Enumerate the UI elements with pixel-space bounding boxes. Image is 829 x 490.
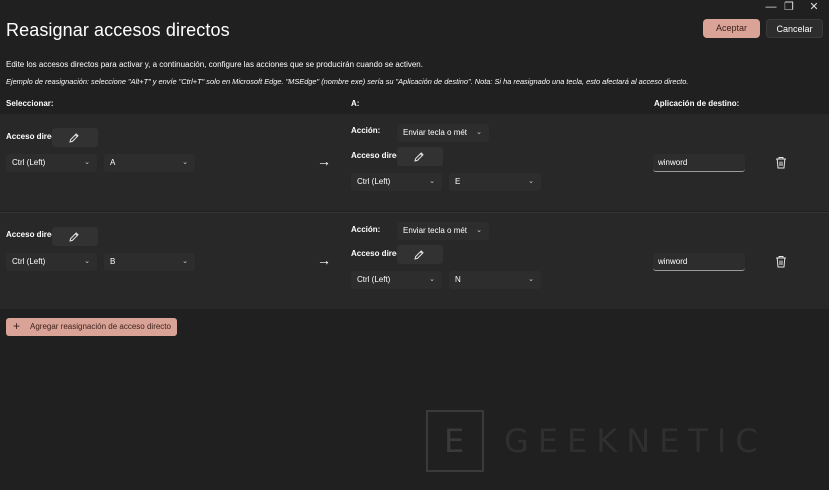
watermark-letter: E — [444, 422, 465, 460]
edit-shortcut-button[interactable] — [52, 128, 98, 147]
target-modifier-value: Ctrl (Left) — [357, 275, 391, 284]
action-value: Enviar tecla o mét — [403, 226, 468, 235]
trash-icon — [776, 256, 786, 268]
edit-shortcut-button[interactable] — [52, 227, 98, 246]
watermark-logo: E GEEKNETIC — [426, 410, 826, 474]
target-key-value: E — [455, 177, 461, 186]
chevron-down-icon: ⌄ — [476, 227, 482, 234]
chevron-down-icon: ⌄ — [528, 276, 534, 283]
chevron-down-icon: ⌄ — [182, 159, 188, 166]
remap-row: Acceso direc Ctrl (Left) ⌄ B ⌄ → Acción:… — [0, 213, 829, 309]
chevron-down-icon: ⌄ — [84, 258, 90, 265]
action-dropdown[interactable]: Enviar tecla o mét ⌄ — [397, 222, 489, 240]
action-label: Acción: — [351, 126, 381, 135]
modifier-dropdown[interactable]: Ctrl (Left) ⌄ — [6, 253, 97, 271]
key-value: A — [110, 158, 116, 167]
add-shortcut-remap-label: Agregar reasignación de acceso directo — [30, 322, 171, 331]
cancel-button[interactable]: Cancelar — [766, 19, 823, 38]
pencil-icon — [414, 152, 424, 162]
delete-row-button[interactable] — [775, 156, 787, 174]
shortcut-label: Acceso direc — [6, 230, 56, 239]
chevron-down-icon: ⌄ — [84, 159, 90, 166]
column-header-target-app: Aplicación de destino: — [654, 99, 740, 108]
restore-button[interactable]: ❐ — [776, 0, 802, 14]
target-key-dropdown[interactable]: E ⌄ — [449, 173, 541, 191]
target-app-input[interactable]: winword — [653, 154, 745, 172]
column-header-to: A: — [351, 99, 360, 108]
add-shortcut-remap-button[interactable]: + Agregar reasignación de acceso directo — [6, 318, 177, 336]
watermark-text: GEEKNETIC — [504, 422, 767, 460]
action-label: Acción: — [351, 225, 381, 234]
shortcut-label: Acceso direc — [6, 132, 56, 141]
modifier-value: Ctrl (Left) — [12, 158, 46, 167]
modifier-dropdown[interactable]: Ctrl (Left) ⌄ — [6, 154, 97, 172]
page-title: Reasignar accesos directos — [6, 20, 230, 40]
plus-icon: + — [13, 319, 21, 333]
action-dropdown[interactable]: Enviar tecla o mét ⌄ — [397, 124, 489, 142]
trash-icon — [776, 157, 786, 169]
edit-target-shortcut-button[interactable] — [397, 245, 443, 264]
column-header-select: Seleccionar: — [6, 99, 54, 108]
pencil-icon — [414, 250, 424, 260]
chevron-down-icon: ⌄ — [528, 178, 534, 185]
key-dropdown[interactable]: A ⌄ — [104, 154, 195, 172]
chevron-down-icon: ⌄ — [429, 276, 435, 283]
modifier-value: Ctrl (Left) — [12, 257, 46, 266]
remap-row: Acceso direc Ctrl (Left) ⌄ A ⌄ → Acción:… — [0, 114, 829, 211]
chevron-down-icon: ⌄ — [182, 258, 188, 265]
accept-button[interactable]: Aceptar — [703, 19, 760, 38]
target-modifier-value: Ctrl (Left) — [357, 177, 391, 186]
key-value: B — [110, 257, 116, 266]
target-app-input[interactable]: winword — [653, 253, 745, 271]
edit-target-shortcut-button[interactable] — [397, 147, 443, 166]
action-value: Enviar tecla o mét — [403, 128, 468, 137]
chevron-down-icon: ⌄ — [429, 178, 435, 185]
close-window-button[interactable]: ✕ — [801, 0, 827, 14]
target-key-dropdown[interactable]: N ⌄ — [449, 271, 541, 289]
description-text: Edite los accesos directos para activar … — [6, 60, 423, 69]
arrow-right-icon: → — [317, 153, 331, 169]
chevron-down-icon: ⌄ — [476, 129, 482, 136]
target-modifier-dropdown[interactable]: Ctrl (Left) ⌄ — [351, 173, 442, 191]
delete-row-button[interactable] — [775, 255, 787, 273]
key-dropdown[interactable]: B ⌄ — [104, 253, 195, 271]
arrow-right-icon: → — [317, 252, 331, 268]
pencil-icon — [69, 133, 79, 143]
target-modifier-dropdown[interactable]: Ctrl (Left) ⌄ — [351, 271, 442, 289]
target-shortcut-label: Acceso direc — [351, 151, 401, 160]
target-shortcut-label: Acceso direc — [351, 249, 401, 258]
target-key-value: N — [455, 275, 461, 284]
example-text: Ejemplo de reasignación: seleccione "Alt… — [6, 77, 689, 86]
pencil-icon — [69, 232, 79, 242]
